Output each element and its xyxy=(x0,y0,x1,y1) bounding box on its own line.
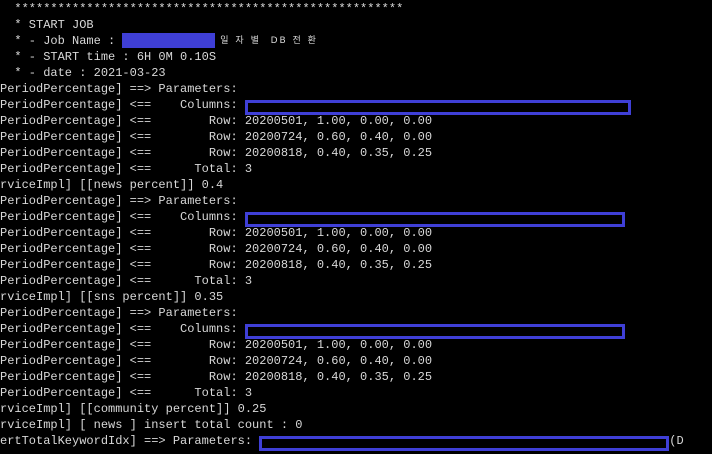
console-line: rviceImpl] [[community percent]] 0.25 xyxy=(0,401,266,417)
console-text: ****************************************… xyxy=(0,2,404,16)
console-line: PeriodPercentage] <== Row: 20200724, 0.6… xyxy=(0,129,432,145)
console-text: PeriodPercentage] <== Row: 20200818, 0.4… xyxy=(0,146,433,160)
console-line: PeriodPercentage] <== Total: 3 xyxy=(0,161,252,177)
console-line: PeriodPercentage] ==> Parameters: xyxy=(0,81,245,97)
console-text: PeriodPercentage] <== Row: 20200818, 0.4… xyxy=(0,370,433,384)
console-text: (D xyxy=(669,434,684,448)
console-text: PeriodPercentage] <== Row: 20200501, 1.0… xyxy=(0,114,433,128)
console-text: PeriodPercentage] <== Columns: xyxy=(0,210,245,224)
console-line: PeriodPercentage] ==> Parameters: xyxy=(0,305,245,321)
console-text: PeriodPercentage] <== Columns: xyxy=(0,98,245,112)
console-line: PeriodPercentage] <== Row: 20200724, 0.6… xyxy=(0,353,432,369)
console-line: rviceImpl] [ news ] insert total count :… xyxy=(0,417,302,433)
console-text: PeriodPercentage] ==> Parameters: xyxy=(0,194,245,208)
console-line: ertTotalKeywordIdx] ==> Parameters: (D xyxy=(0,433,684,451)
console-line: rviceImpl] [[news percent]] 0.4 xyxy=(0,177,223,193)
console-text: rviceImpl] [[sns percent]] 0.35 xyxy=(0,290,224,304)
console-line: PeriodPercentage] <== Row: 20200818, 0.4… xyxy=(0,369,432,385)
console-text: ertTotalKeywordIdx] ==> Parameters: xyxy=(0,434,260,448)
console-text: PeriodPercentage] <== Total: 3 xyxy=(0,274,253,288)
redaction-box xyxy=(259,436,670,451)
console-text: * - START time : 6H 0M 0.10S xyxy=(0,50,217,64)
console-text: PeriodPercentage] <== Total: 3 xyxy=(0,162,253,176)
console-line: * - START time : 6H 0M 0.10S xyxy=(0,49,216,65)
console-line: PeriodPercentage] ==> Parameters: xyxy=(0,193,245,209)
console-line: PeriodPercentage] <== Row: 20200501, 1.0… xyxy=(0,337,432,353)
console-line: PeriodPercentage] <== Columns: xyxy=(0,209,625,227)
console-text: PeriodPercentage] <== Row: 20200501, 1.0… xyxy=(0,338,433,352)
console-text: * - Job Name : xyxy=(0,34,123,48)
console-line: PeriodPercentage] <== Total: 3 xyxy=(0,273,252,289)
terminal-window[interactable]: ****************************************… xyxy=(0,0,712,454)
console-line: PeriodPercentage] <== Row: 20200818, 0.4… xyxy=(0,257,432,273)
console-text: PeriodPercentage] <== Row: 20200724, 0.6… xyxy=(0,242,433,256)
console-text: PeriodPercentage] <== Columns: xyxy=(0,322,245,336)
console-text: PeriodPercentage] <== Row: 20200818, 0.4… xyxy=(0,258,433,272)
console-line: * START JOB xyxy=(0,17,94,33)
console-text: rviceImpl] [[news percent]] 0.4 xyxy=(0,178,224,192)
console-line: PeriodPercentage] <== Row: 20200501, 1.0… xyxy=(0,225,432,241)
console-line: ****************************************… xyxy=(0,1,403,17)
console-line: PeriodPercentage] <== Row: 20200724, 0.6… xyxy=(0,241,432,257)
console-text: PeriodPercentage] ==> Parameters: xyxy=(0,306,245,320)
console-line: rviceImpl] [[sns percent]] 0.35 xyxy=(0,289,223,305)
console-text: PeriodPercentage] <== Total: 3 xyxy=(0,386,253,400)
console-line: PeriodPercentage] <== Row: 20200818, 0.4… xyxy=(0,145,432,161)
console-line: PeriodPercentage] <== Columns: xyxy=(0,97,631,115)
console-line: PeriodPercentage] <== Row: 20200501, 1.0… xyxy=(0,113,432,129)
console-text: * START JOB xyxy=(0,18,94,32)
console-text: 일 자 별 DB 전 환 xyxy=(215,36,318,46)
console-text: PeriodPercentage] <== Row: 20200724, 0.6… xyxy=(0,130,433,144)
console-text: rviceImpl] [[community percent]] 0.25 xyxy=(0,402,267,416)
console-text: PeriodPercentage] <== Row: 20200501, 1.0… xyxy=(0,226,433,240)
console-line: * - Job Name : 일 자 별 DB 전 환 xyxy=(0,33,318,49)
console-line: PeriodPercentage] <== Columns: xyxy=(0,321,625,339)
console-text: PeriodPercentage] <== Row: 20200724, 0.6… xyxy=(0,354,433,368)
redaction-block xyxy=(122,33,216,48)
console-line: PeriodPercentage] <== Total: 3 xyxy=(0,385,252,401)
console-line: * - date : 2021-03-23 xyxy=(0,65,166,81)
console-text: rviceImpl] [ news ] insert total count :… xyxy=(0,418,303,432)
console-text: PeriodPercentage] ==> Parameters: xyxy=(0,82,245,96)
console-text: * - date : 2021-03-23 xyxy=(0,66,166,80)
